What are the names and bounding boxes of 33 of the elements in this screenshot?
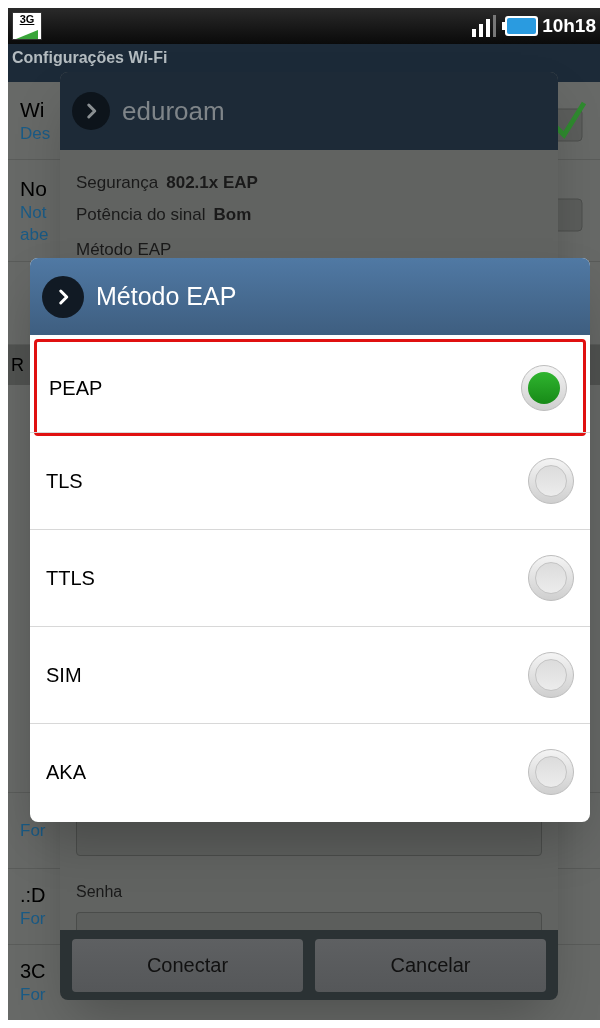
screen-title: Configurações Wi-Fi	[12, 50, 168, 66]
network-name: 3C	[20, 959, 46, 985]
signal-icon	[472, 15, 499, 37]
radio-button[interactable]	[528, 555, 574, 601]
eap-option[interactable]: TTLS	[30, 529, 590, 626]
eap-option[interactable]: SIM	[30, 626, 590, 723]
radio-button[interactable]	[528, 458, 574, 504]
setting-subtitle: Des	[20, 123, 51, 145]
setting-title: Wi	[20, 96, 45, 123]
eap-option[interactable]: PEAP	[34, 339, 586, 436]
detail-label: Potência do sinal	[76, 203, 206, 226]
eap-option[interactable]: TLS	[30, 432, 590, 529]
radio-button[interactable]	[528, 652, 574, 698]
network-status: For	[20, 908, 46, 930]
radio-button[interactable]	[528, 749, 574, 795]
field-label: Método EAP	[76, 239, 173, 261]
dialog-title: eduroam	[122, 94, 225, 128]
network-badge: 3G	[12, 12, 42, 40]
setting-title: No	[20, 176, 47, 203]
clock-time: 10h18	[542, 13, 596, 38]
eap-option[interactable]: AKA	[30, 723, 590, 820]
setting-subtitle: abe	[20, 223, 49, 245]
radio-button[interactable]	[521, 364, 567, 411]
battery-icon	[502, 16, 539, 36]
password-label: Senha	[76, 882, 124, 902]
dialog-title: Método EAP	[96, 280, 237, 312]
detail-label: Segurança	[76, 172, 159, 194]
detail-value: 802.1x EAP	[166, 172, 258, 194]
network-status: For	[20, 819, 46, 842]
detail-value: Bom	[213, 203, 252, 226]
network-name: .:D	[20, 883, 46, 909]
setting-subtitle: Not	[20, 202, 47, 224]
network-status: For	[20, 984, 46, 1006]
